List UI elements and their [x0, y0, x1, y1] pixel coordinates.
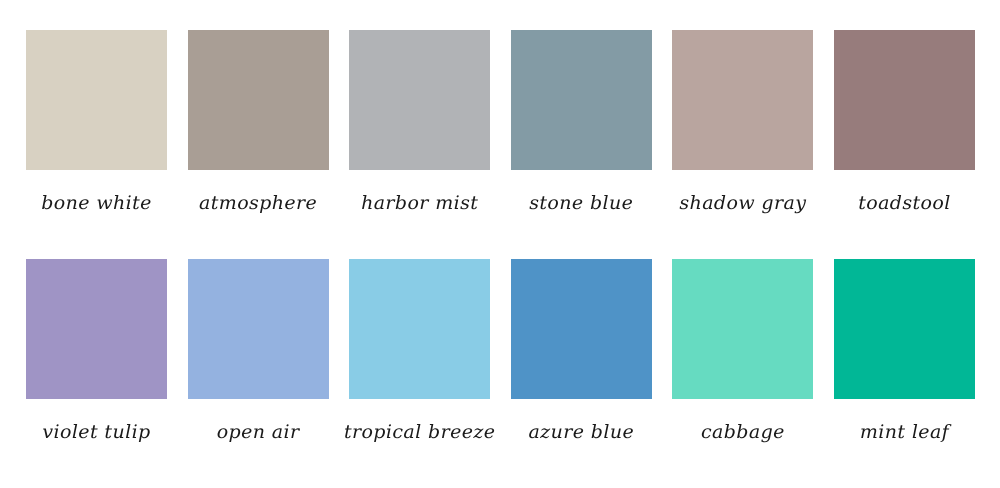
- swatch-name: violet tulip: [42, 421, 151, 443]
- color-swatch: [833, 259, 975, 399]
- swatch-card: bone white: [26, 30, 167, 259]
- swatch-card: open air: [187, 259, 329, 488]
- swatch-card: harbor mist: [349, 30, 491, 259]
- color-swatch: [26, 30, 167, 170]
- swatch-card: shadow gray: [672, 30, 814, 259]
- swatch-card: cabbage: [672, 259, 814, 488]
- swatch-name: mint leaf: [859, 421, 950, 443]
- color-swatch: [510, 30, 652, 170]
- swatch-card: azure blue: [510, 259, 652, 488]
- color-palette: bone white atmosphere harbor mist stone …: [26, 30, 975, 488]
- swatch-name: azure blue: [528, 421, 635, 443]
- swatch-card: toadstool: [833, 30, 975, 259]
- swatch-card: stone blue: [510, 30, 652, 259]
- color-swatch: [187, 30, 329, 170]
- swatch-name: cabbage: [700, 421, 785, 443]
- swatch-name: harbor mist: [361, 192, 479, 214]
- swatch-name: tropical breeze: [343, 421, 496, 443]
- color-swatch: [26, 259, 167, 399]
- swatch-card: violet tulip: [26, 259, 167, 488]
- swatch-name: bone white: [41, 192, 152, 214]
- color-swatch: [349, 30, 491, 170]
- swatch-name: stone blue: [529, 192, 634, 214]
- color-swatch: [672, 259, 814, 399]
- color-swatch: [672, 30, 814, 170]
- color-swatch: [187, 259, 329, 399]
- swatch-card: tropical breeze: [344, 259, 495, 488]
- swatch-card: atmosphere: [187, 30, 329, 259]
- swatch-name: open air: [216, 421, 300, 443]
- color-swatch: [833, 30, 975, 170]
- color-swatch: [510, 259, 652, 399]
- swatch-name: shadow gray: [679, 192, 807, 214]
- swatch-card: mint leaf: [833, 259, 975, 488]
- swatch-name: atmosphere: [199, 192, 318, 214]
- color-swatch: [349, 259, 491, 399]
- swatch-name: toadstool: [858, 192, 951, 214]
